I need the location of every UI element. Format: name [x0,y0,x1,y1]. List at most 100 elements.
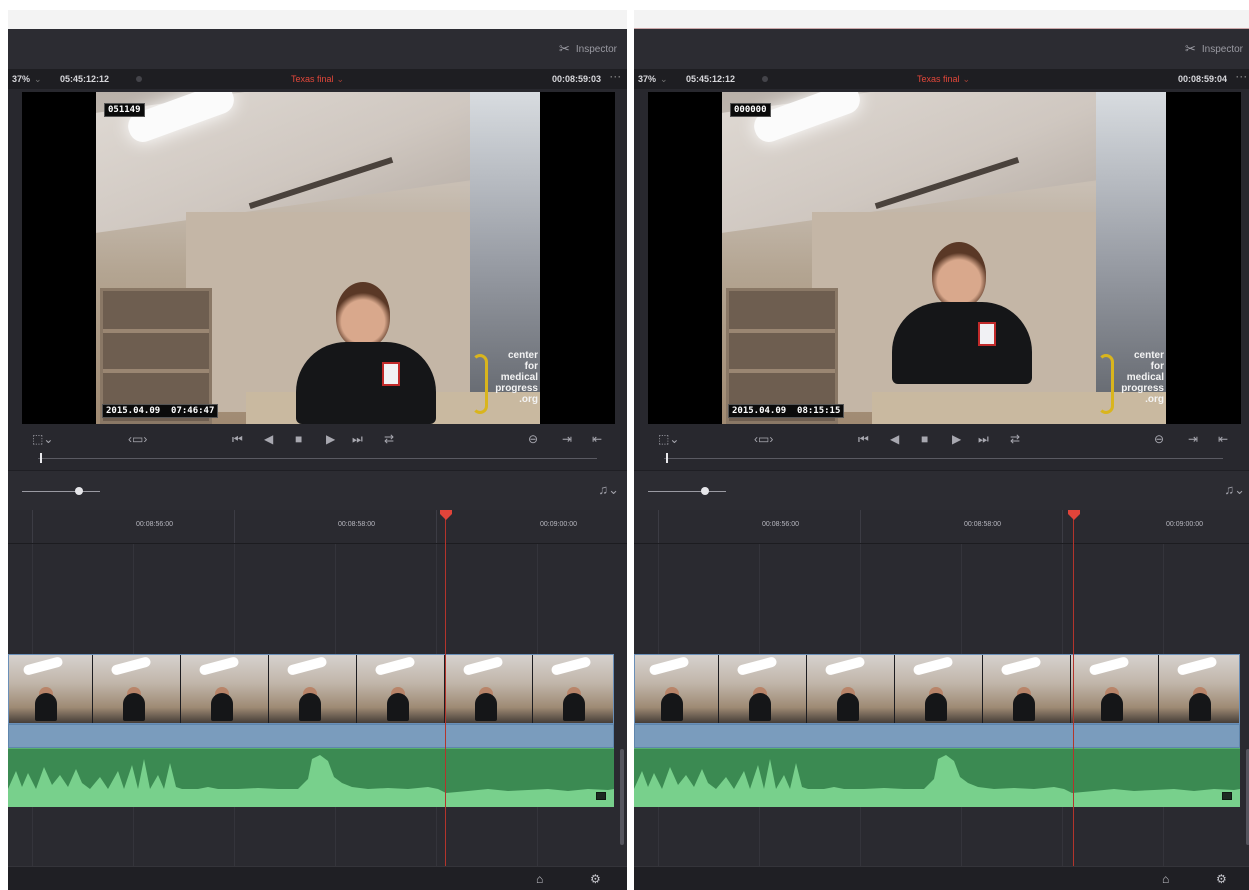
match-frame-icon[interactable]: ⊖ [528,432,538,446]
viewer-canvas[interactable]: center for medical progress .org 051149 … [22,92,615,424]
inspector-button[interactable]: ✂ Inspector [1185,40,1243,58]
playhead-line[interactable] [1073,518,1074,866]
audio-waveform [634,755,1240,807]
timeline-zoom-slider[interactable] [648,491,726,492]
audio-meter-icon[interactable]: ♫⌄ [1224,482,1245,498]
settings-icon[interactable]: ⚙ [590,872,601,886]
resolve-window-left: ✂ Inspector 37% ⌄ 05:45:12:12 Texas final… [8,10,627,890]
viewer-canvas[interactable]: center for medical progress .org 000000 … [648,92,1241,424]
ruler-tick [234,510,235,543]
jump-to-end-icon[interactable]: ⏭ [352,432,363,447]
loop-icon[interactable]: ⇄ [384,432,394,446]
record-timecode: 00:08:59:04 [1177,74,1227,84]
audio-waveform [8,755,614,807]
ruler-tick [658,510,659,543]
play-icon[interactable]: ▶ [326,432,335,446]
video-clip-bar[interactable] [634,724,1240,748]
more-options-icon[interactable]: ··· [610,72,622,82]
person-body [892,302,1032,384]
settings-icon[interactable]: ⚙ [1216,872,1227,886]
watermark-text: center for medical progress .org [495,350,538,405]
clip-thumbnail [895,655,983,723]
timeline-name: Texas final [916,74,960,84]
timeline-zoom-knob[interactable] [75,487,83,495]
play-reverse-icon[interactable]: ◀ [890,432,899,446]
stop-icon[interactable]: ■ [921,432,928,446]
audio-clip[interactable] [634,748,1240,807]
clip-thumbnail [635,655,719,723]
mark-out-icon[interactable]: ⇤ [1218,432,1228,446]
loop-icon[interactable]: ⇄ [1010,432,1020,446]
viewer-options-icon[interactable]: ⬚⌄ [658,432,679,446]
burn-in-datetime: 2015.04.09 08:15:15 [728,404,845,418]
timeline-zoom-slider[interactable] [22,491,100,492]
audio-clip-mute-icon[interactable] [1222,792,1232,800]
timeline-vertical-scrollbar[interactable] [620,749,624,845]
play-icon[interactable]: ▶ [952,432,961,446]
clip-thumbnail [357,655,445,723]
clip-thumbnail [445,655,533,723]
video-frame: center for medical progress .org 000000 … [722,92,1166,424]
inspector-icon: ✂ [558,41,570,56]
clip-thumbnail [93,655,181,723]
watermark-lines: center for medical progress .org [1121,350,1164,405]
timeline-zoom-knob[interactable] [701,487,709,495]
jump-to-end-icon[interactable]: ⏭ [978,432,989,447]
clip-thumbnail [1159,655,1239,723]
audio-meter-icon[interactable]: ♫⌄ [598,482,619,498]
clip-thumbnail [807,655,895,723]
mark-out-icon[interactable]: ⇤ [592,432,602,446]
stop-icon[interactable]: ■ [295,432,302,446]
video-frame: center for medical progress .org 051149 … [96,92,540,424]
timeline-ruler[interactable]: 00:08:56:00 00:08:58:00 00:09:00:00 [634,510,1249,544]
mark-in-icon[interactable]: ⇥ [562,432,572,446]
mark-in-icon[interactable]: ⇥ [1188,432,1198,446]
video-clip-bar[interactable] [8,724,614,748]
match-frame-icon[interactable]: ⊖ [1154,432,1164,446]
person-head [336,282,390,348]
timeline-tracks[interactable] [8,544,627,866]
viewer-scrub-knob[interactable] [666,453,668,463]
play-reverse-icon[interactable]: ◀ [264,432,273,446]
ruler-label: 00:09:00:00 [1166,521,1203,528]
clip-thumbnail [269,655,357,723]
home-icon[interactable]: ⌂ [536,872,543,886]
page-footer: ⌂ ⚙ [8,866,627,890]
playhead-line[interactable] [445,518,446,866]
burn-in-counter: 051149 [104,103,145,117]
clip-overlay-icon[interactable]: ‹▭› [754,432,773,446]
inspector-label: Inspector [1201,43,1243,55]
jump-to-start-icon[interactable]: ⏮ [232,432,243,447]
viewer-options-icon[interactable]: ⬚⌄ [32,432,53,446]
ruler-tick [436,510,437,543]
timeline-tracks[interactable] [634,544,1249,866]
timeline-zoom-row: ♫⌄ [8,470,627,510]
chevron-down-icon: ⌄ [336,74,345,84]
record-timecode: 00:08:59:03 [551,74,601,84]
video-clip[interactable] [634,654,1240,724]
timeline-name-dropdown[interactable]: Texas final ⌄ [8,74,627,85]
clip-thumbnail [533,655,613,723]
viewer-toolbar: 37% ⌄ 05:45:12:12 Texas final ⌄ 00:08:59:0… [8,69,627,89]
timeline-ruler[interactable]: 00:08:56:00 00:08:58:00 00:09:00:00 [8,510,627,544]
viewer-scrub-bar[interactable] [664,458,1223,459]
audio-clip[interactable] [8,748,614,807]
inspector-label: Inspector [575,43,617,55]
viewer-scrub-bar[interactable] [38,458,597,459]
home-icon[interactable]: ⌂ [1162,872,1169,886]
clip-overlay-icon[interactable]: ‹▭› [128,432,147,446]
person-badge [382,362,400,386]
more-options-icon[interactable]: ··· [1236,72,1248,82]
jump-to-start-icon[interactable]: ⏮ [858,432,869,447]
window-top-strip [8,10,627,29]
person-head [932,242,986,308]
inspector-button[interactable]: ✂ Inspector [559,40,617,58]
page-footer: ⌂ ⚙ [634,866,1249,890]
ruler-tick [1062,510,1063,543]
video-clip[interactable] [8,654,614,724]
audio-clip-mute-icon[interactable] [596,792,606,800]
viewer-header: ✂ Inspector [634,29,1249,69]
timeline-name-dropdown[interactable]: Texas final ⌄ [634,74,1249,85]
viewer-scrub-knob[interactable] [40,453,42,463]
scene-person [892,242,1032,384]
